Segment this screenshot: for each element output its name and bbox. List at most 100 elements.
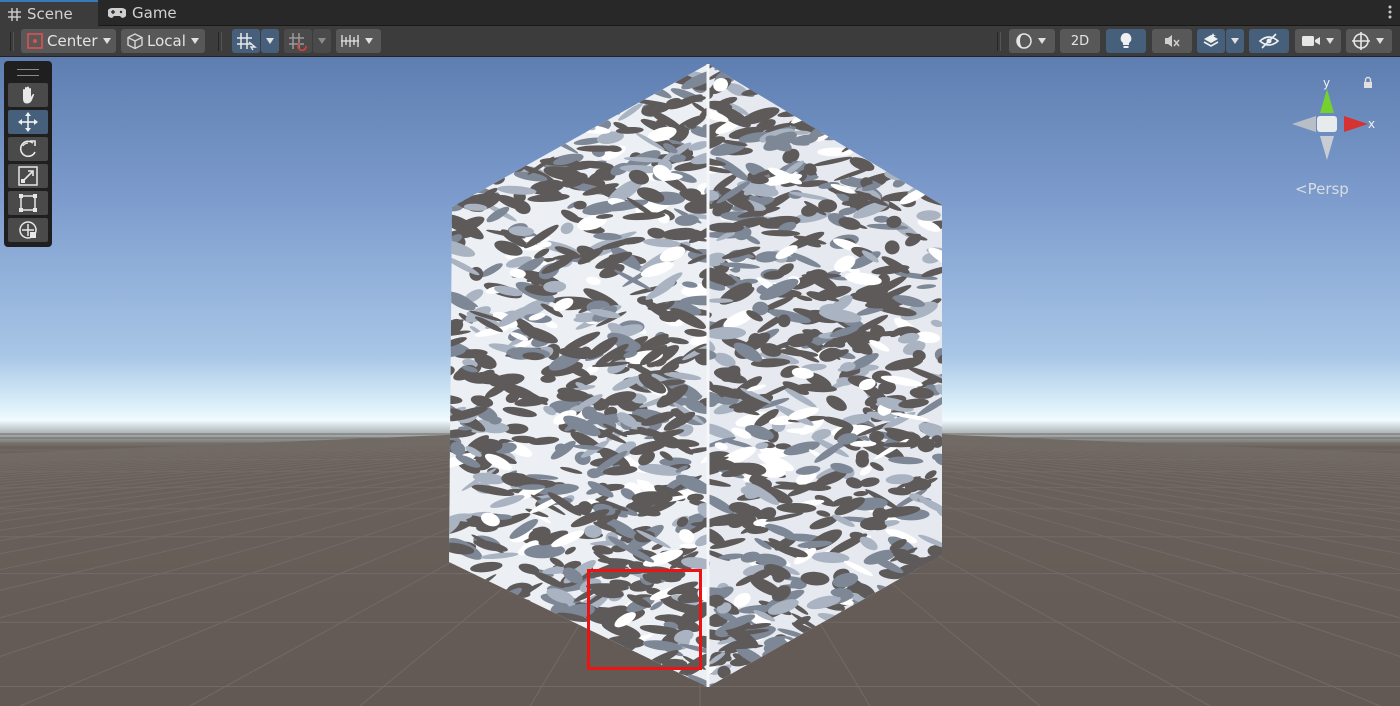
texture-spot [854, 74, 888, 98]
gizmo-neg-x-axis[interactable] [1292, 116, 1316, 132]
tab-scene[interactable]: Scene [0, 0, 98, 26]
texture-spot [543, 127, 565, 133]
texture-spot [538, 93, 554, 103]
snap-settings-dropdown[interactable] [336, 29, 381, 53]
gizmo-x-label: x [1368, 117, 1375, 131]
chevron-down-icon [1038, 38, 1046, 44]
texture-spot [548, 649, 580, 660]
texture-spot [598, 91, 624, 105]
scene-lighting-toggle[interactable] [1106, 29, 1146, 53]
texture-spot [861, 640, 882, 657]
scene-effects-toggle[interactable] [1197, 29, 1225, 53]
hand-tool-button[interactable] [8, 83, 48, 107]
texture-spot [519, 71, 552, 95]
texture-spot [821, 671, 857, 682]
more-options-icon[interactable] [1388, 4, 1392, 23]
increment-snap-toggle[interactable] [284, 29, 312, 53]
texture-spot [928, 588, 942, 596]
scale-tool-button[interactable] [8, 164, 48, 188]
texture-spot [883, 613, 913, 630]
rect-tool-button[interactable] [8, 191, 48, 215]
texture-spot [543, 75, 564, 83]
texture-spot [652, 71, 680, 80]
gizmo-neg-y-axis[interactable] [1320, 136, 1334, 160]
scene-audio-toggle[interactable] [1152, 29, 1192, 53]
highlight-annotation [587, 569, 702, 670]
texture-spot [902, 165, 930, 181]
texture-spot [686, 64, 700, 70]
texture-spot [563, 86, 582, 94]
gizmos-dropdown[interactable] [1346, 29, 1392, 53]
view-2d-toggle[interactable]: 2D [1060, 29, 1100, 53]
texture-spot [536, 623, 568, 645]
scene-visibility-toggle[interactable] [1249, 29, 1289, 53]
texture-spot [857, 644, 881, 656]
texture-spot [873, 116, 903, 124]
texture-spot [591, 100, 613, 107]
texture-spot [924, 653, 942, 664]
texture-spot [515, 633, 539, 647]
pivot-mode-dropdown[interactable]: Center [21, 29, 116, 53]
scene-effects-dropdown[interactable] [1226, 29, 1244, 53]
texture-spot [449, 624, 464, 634]
draw-mode-dropdown[interactable] [1009, 29, 1055, 53]
gizmo-y-label: y [1323, 76, 1330, 90]
increment-snap-dropdown[interactable] [313, 29, 331, 53]
eye-hidden-icon [1258, 33, 1280, 49]
texture-spot [550, 675, 580, 687]
texture-spot [928, 90, 942, 105]
texture-spot [566, 90, 596, 106]
texture-spot [923, 630, 942, 651]
texture-spot [449, 637, 456, 647]
transform-tool-button[interactable] [8, 218, 48, 242]
texture-spot [454, 115, 481, 130]
texture-spot [901, 64, 929, 68]
gizmo-x-axis[interactable] [1344, 116, 1368, 132]
grid-snapping-toggle[interactable] [232, 29, 260, 53]
texture-spot [898, 147, 916, 159]
rotate-icon [17, 138, 39, 160]
texture-spot [773, 668, 788, 675]
texture-spot [871, 663, 900, 676]
rotate-tool-button[interactable] [8, 137, 48, 161]
texture-spot [791, 87, 832, 109]
texture-spot [553, 675, 577, 687]
grid-snapping-dropdown[interactable] [261, 29, 279, 53]
texture-spot [554, 69, 575, 83]
texture-spot [485, 594, 516, 605]
overlay-grip[interactable] [6, 63, 50, 81]
texture-spot [869, 128, 890, 139]
texture-spot [501, 64, 538, 78]
gizmo-y-axis[interactable] [1320, 89, 1334, 113]
texture-spot [879, 662, 913, 685]
tab-game[interactable]: Game [100, 0, 190, 26]
texture-spot [938, 656, 942, 666]
texture-spot [901, 122, 918, 136]
texture-spot [831, 683, 864, 687]
texture-spot [864, 64, 900, 78]
move-tool-button[interactable] [8, 110, 48, 134]
texture-spot [493, 70, 510, 77]
texture-spot [878, 604, 915, 614]
texture-spot [907, 115, 942, 136]
texture-spot [916, 587, 931, 600]
texture-spot [572, 682, 607, 687]
gizmo-center-cube[interactable] [1317, 116, 1337, 132]
texture-spot [452, 601, 493, 623]
scene-camera-dropdown[interactable] [1295, 29, 1341, 53]
texture-spot [845, 67, 871, 80]
projection-toggle[interactable]: <Persp [1295, 180, 1349, 198]
texture-spot [790, 64, 831, 81]
texture-spot [821, 131, 862, 141]
texture-spot [509, 607, 536, 615]
texture-spot [739, 64, 772, 81]
lock-icon[interactable] [1364, 76, 1372, 89]
texture-spot [482, 70, 513, 84]
texture-spot [449, 638, 485, 654]
pivot-space-dropdown[interactable]: Local [121, 29, 205, 53]
texture-spot [479, 124, 520, 145]
texture-spot [451, 136, 491, 155]
texture-spot [912, 158, 942, 171]
texture-spot [835, 639, 866, 654]
texture-spot [876, 584, 912, 609]
